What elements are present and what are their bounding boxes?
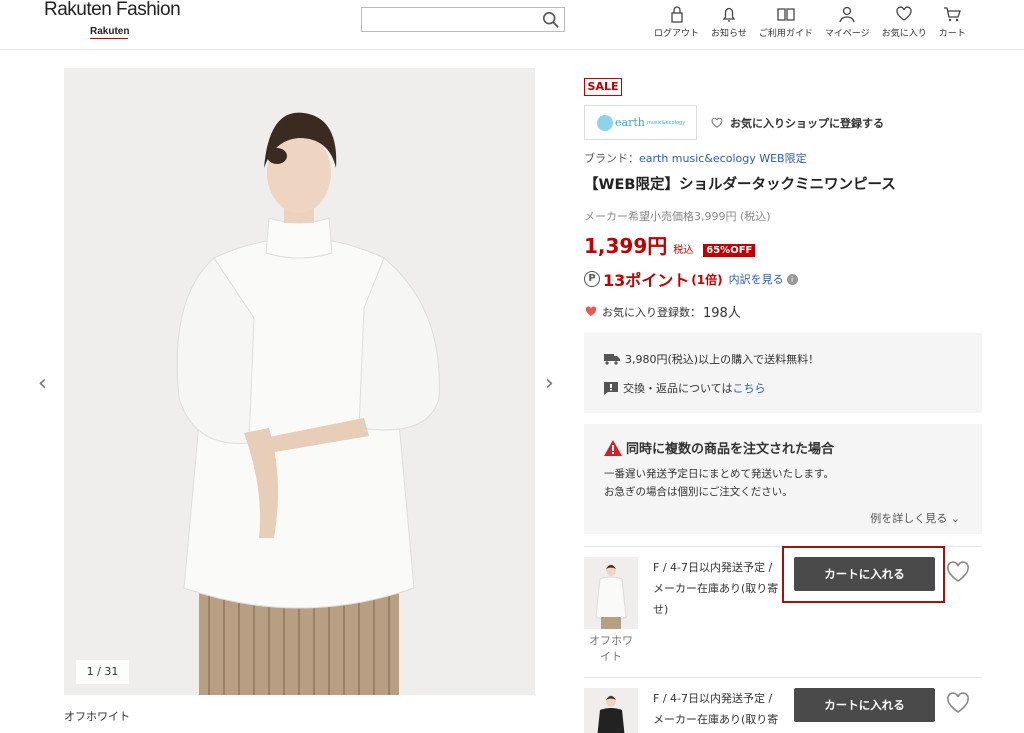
heart-filled-icon [585, 306, 597, 317]
search-input[interactable] [361, 7, 565, 32]
bell-icon [722, 7, 736, 22]
notice-line-2: お急ぎの場合は個別にご注文ください。 [604, 486, 793, 498]
heart-outline-icon [711, 117, 723, 128]
cart-button-highlight [782, 546, 945, 603]
nav-label: お気に入り [881, 29, 927, 39]
price-row: 1,399円 税込 65%OFF [584, 230, 756, 259]
brand-line: ブランド：earth music&ecology WEB限定 [584, 150, 807, 166]
nav-mypage[interactable]: マイページ [819, 4, 876, 44]
sku-info: F / 4-7日以内発送予定 / メーカー在庫あり(取り寄せ) [653, 561, 779, 616]
free-shipping-line: 3,980円(税込)以上の購入で送料無料！ [604, 351, 819, 367]
nav-favorites[interactable]: お気に入り [876, 4, 933, 44]
returns-link[interactable]: こちら [732, 380, 765, 396]
sku-color-label: オフホワイト [589, 634, 633, 663]
show-details-label: 例を詳しく見る [870, 512, 948, 525]
notice-title-text: 同時に複数の商品を注文された場合 [626, 442, 835, 457]
nav-label: カート [938, 29, 966, 39]
brand-link[interactable]: earth music&ecology WEB限定 [639, 152, 807, 165]
notice-line-1: 一番遅い発送予定日にまとめて発送いたします。 [604, 468, 834, 480]
sku-thumbnail[interactable] [584, 688, 638, 733]
favorite-count-label: お気に入り登録数： [602, 305, 701, 319]
image-color-caption: オフホワイト [64, 710, 130, 723]
discount-badge: 65%OFF [703, 244, 756, 257]
nav-guide[interactable]: ご利用ガイド [753, 4, 819, 44]
chevron-down-icon: ⌄ [950, 512, 960, 525]
favorite-count-value: 198人 [703, 306, 741, 321]
favorite-shop-button[interactable]: お気に入りショップに登録する [710, 115, 884, 131]
site-logo[interactable]: Rakuten Fashion Rakuten [44, 0, 184, 39]
warning-icon [604, 439, 622, 456]
info-icon[interactable]: i [786, 273, 798, 285]
points-icon: P [584, 271, 600, 287]
header-nav: ログアウト お知らせ ご利用ガイド マイページ お気に入り カート [648, 4, 972, 44]
brand-label: ブランド： [584, 152, 639, 165]
points-multiplier: (1倍) [691, 272, 723, 287]
favorite-shop-label: お気に入りショップに登録する [730, 117, 884, 130]
add-to-cart-button[interactable]: カートに入れる [794, 688, 935, 722]
tax-label: 税込 [673, 245, 694, 256]
points-value: 13ポイント [603, 271, 690, 290]
search-icon[interactable] [542, 11, 560, 29]
shop-logo-text: earth [615, 116, 645, 129]
person-icon [839, 6, 855, 23]
nav-notifications[interactable]: お知らせ [705, 4, 753, 44]
book-icon [777, 8, 795, 21]
heart-icon [896, 6, 912, 21]
nav-label: ログアウト [654, 29, 700, 39]
product-photo [64, 68, 535, 695]
points-row: P 13ポイント (1倍) 内訳を見る i [584, 267, 798, 291]
sku-thumbnail-image [584, 557, 638, 629]
list-price: メーカー希望小売価格3,999円 (税込) [584, 210, 771, 223]
shop-logo-mark [597, 115, 613, 131]
shop-logo-subtext: music&ecology [647, 120, 686, 126]
truck-icon [604, 354, 620, 365]
gallery-next-arrow[interactable]: › [545, 371, 559, 396]
shipping-info-box: 3,980円(税込)以上の購入で送料無料！ 交換・返品については こちら [584, 333, 982, 413]
nav-logout[interactable]: ログアウト [648, 4, 705, 44]
sku-info: F / 4-7日以内発送予定 / メーカー在庫あり(取り寄せ) [653, 692, 779, 726]
lock-icon [670, 6, 683, 23]
product-main-image[interactable] [64, 68, 535, 695]
favorite-count: お気に入り登録数： 198人 [584, 302, 741, 321]
returns-text: 交換・返品については [623, 382, 733, 395]
shop-logo[interactable]: earth music&ecology [584, 105, 697, 140]
sale-price: 1,399円 [584, 234, 668, 258]
image-counter: 1 / 31 [76, 660, 129, 684]
nav-label: ご利用ガイド [758, 29, 813, 39]
message-icon [604, 381, 618, 395]
site-header: Rakuten Fashion Rakuten ログアウト お知らせ ご利用ガイ… [0, 0, 1024, 50]
sale-badge: SALE [584, 78, 622, 96]
nav-label: マイページ [824, 29, 870, 39]
sku-row: F / 4-7日以内発送予定 / メーカー在庫あり(取り寄せ) カートに入れる [584, 677, 982, 733]
logo-main-text: Rakuten Fashion [44, 0, 181, 20]
sku-thumbnail[interactable] [584, 557, 638, 629]
free-shipping-text: 3,980円(税込)以上の購入で送料無料！ [625, 353, 820, 366]
show-details-link[interactable]: 例を詳しく見る ⌄ [870, 510, 960, 526]
notice-title: 同時に複数の商品を注文された場合 [604, 438, 834, 457]
nav-label: お知らせ [711, 29, 747, 39]
cart-icon [944, 7, 962, 22]
wishlist-heart-icon[interactable] [946, 561, 970, 583]
returns-line: 交換・返品については こちら [604, 380, 765, 396]
multi-order-notice: 同時に複数の商品を注文された場合 一番遅い発送予定日にまとめて発送いたします。 … [584, 424, 982, 534]
sku-thumbnail-image [584, 688, 638, 733]
logo-sub-text: Rakuten [90, 26, 130, 39]
product-title: 【WEB限定】ショルダータックミニワンピース [584, 177, 896, 193]
nav-cart[interactable]: カート [933, 4, 972, 44]
gallery-prev-arrow[interactable]: ‹ [38, 371, 52, 396]
points-breakdown-link[interactable]: 内訳を見る [729, 271, 784, 287]
wishlist-heart-icon[interactable] [946, 692, 970, 714]
